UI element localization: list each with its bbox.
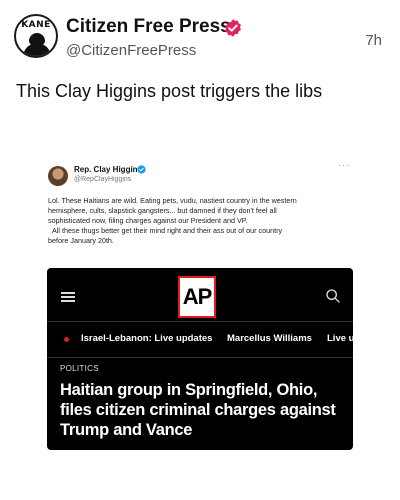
- ap-topbar: AP: [47, 268, 353, 322]
- headline-line: files citizen criminal charges against: [60, 401, 336, 419]
- embedded-body-line: before January 20th.: [48, 236, 114, 245]
- verified-badge-icon: [225, 19, 241, 37]
- post-text: This Clay Higgins post triggers the libs: [16, 81, 323, 101]
- live-dot-icon: [64, 337, 69, 342]
- section-label: POLITICS: [60, 364, 99, 373]
- display-name[interactable]: Citizen Free Press: [66, 16, 231, 38]
- timestamp[interactable]: 7h: [365, 32, 382, 49]
- ap-nav-bar: Israel-Lebanon: Live updates Marcellus W…: [47, 322, 353, 358]
- ap-logo-text: AP: [182, 284, 213, 309]
- embedded-image[interactable]: Rep. Clay Higgins @RepClayHiggins ··· Lo…: [34, 152, 356, 450]
- embedded-avatar: [48, 166, 68, 186]
- hamburger-menu-icon: [61, 292, 75, 302]
- embedded-body-line: hemisphere, cults, slapstick gangsters..…: [48, 206, 277, 215]
- ap-logo: AP: [178, 276, 216, 318]
- article-headline: Haitian group in Springfield, Ohio, file…: [60, 380, 350, 440]
- avatar-body: [23, 43, 51, 56]
- embedded-display-name: Rep. Clay Higgins: [74, 165, 143, 174]
- embedded-verified-icon: [137, 165, 146, 174]
- handle[interactable]: @CitizenFreePress: [66, 42, 196, 59]
- avatar[interactable]: KANE: [14, 14, 58, 58]
- embedded-body-line: Lol. These Haitians are wild. Eating pet…: [48, 196, 297, 205]
- nav-item-israel-lebanon: Israel-Lebanon: Live updates: [81, 333, 213, 344]
- headline-line: Haitian group in Springfield, Ohio,: [60, 381, 318, 399]
- avatar-text: KANE: [21, 20, 51, 30]
- embedded-post-body: Lol. These Haitians are wild. Eating pet…: [48, 196, 348, 246]
- ap-article-card: AP Israel-Lebanon: Live updates Marcellu…: [47, 268, 353, 450]
- embedded-handle: @RepClayHiggins: [74, 176, 132, 183]
- nav-item-live-updates: Live u: [327, 333, 353, 344]
- embedded-body-line: All these thugs better get their mind ri…: [52, 226, 283, 235]
- nav-item-marcellus-williams: Marcellus Williams: [227, 333, 312, 344]
- search-icon: [326, 289, 340, 303]
- more-options-icon: ···: [338, 160, 350, 170]
- embedded-body-line: sophisticated now, filing charges agains…: [48, 216, 248, 225]
- headline-line: Trump and Vance: [60, 421, 193, 439]
- post-header: KANE Citizen Free Press @CitizenFreePres…: [0, 0, 400, 70]
